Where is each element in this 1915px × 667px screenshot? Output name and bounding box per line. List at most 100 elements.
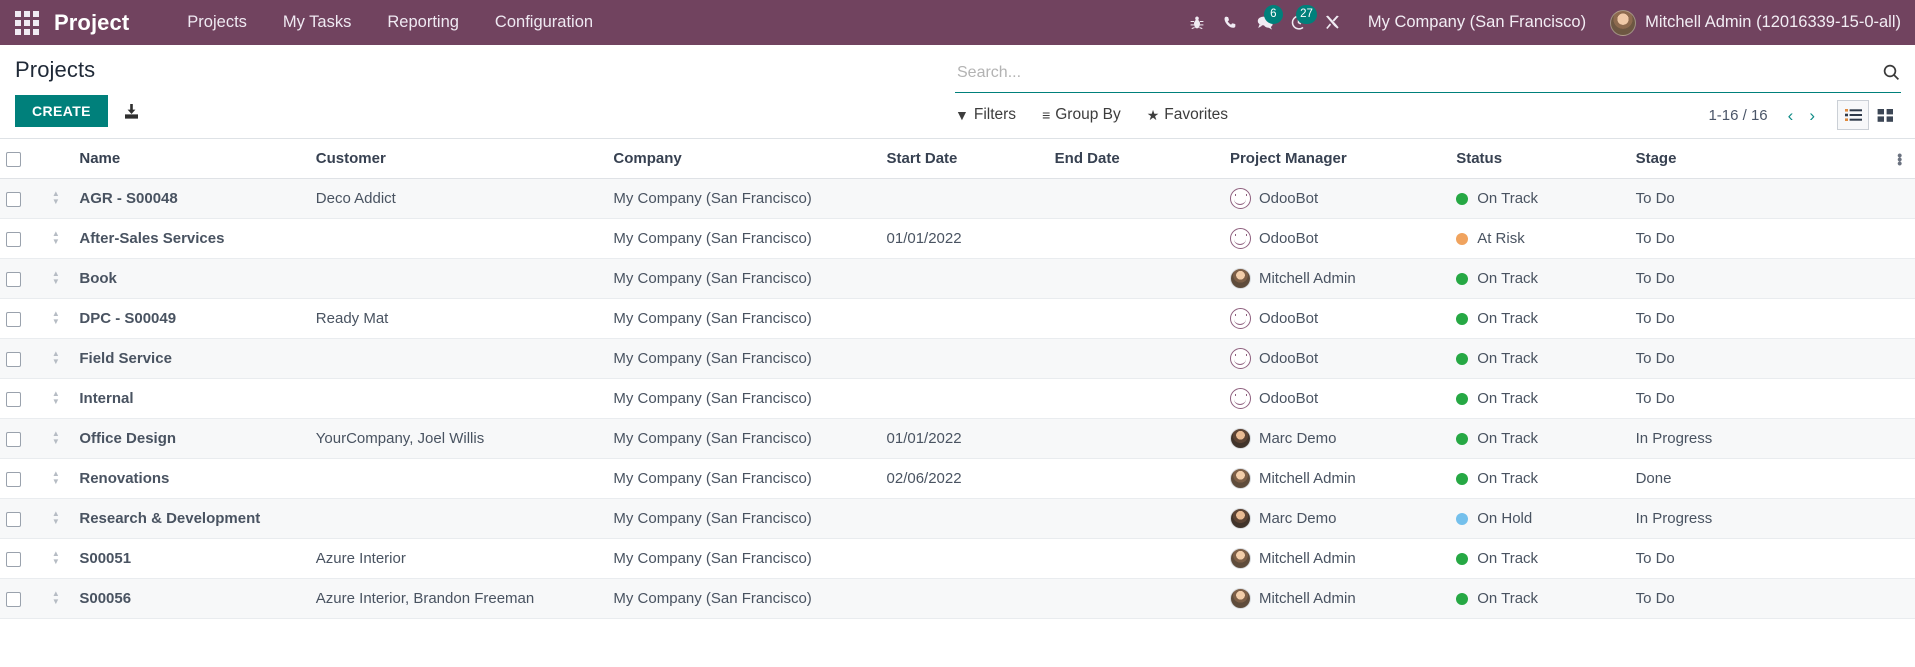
- cell-name[interactable]: Internal: [73, 378, 310, 419]
- cell-customer[interactable]: [309, 218, 608, 259]
- cell-start-date[interactable]: 01/01/2022: [880, 218, 1049, 259]
- drag-handle-icon[interactable]: ▲ ▼: [49, 349, 63, 366]
- drag-handle-icon[interactable]: ▲ ▼: [49, 469, 63, 486]
- pager-next-button[interactable]: ›: [1801, 105, 1823, 126]
- create-button[interactable]: CREATE: [15, 95, 108, 127]
- table-row[interactable]: ▲ ▼ S00051 Azure Interior My Company (San Fr…: [0, 538, 1915, 579]
- menu-item-configuration[interactable]: Configuration: [477, 0, 611, 45]
- cell-status[interactable]: On Hold: [1450, 498, 1630, 539]
- cell-status[interactable]: On Track: [1450, 538, 1630, 579]
- cell-start-date[interactable]: [880, 178, 1049, 219]
- cell-project-manager[interactable]: OdooBot: [1223, 298, 1451, 339]
- cell-name[interactable]: After-Sales Services: [73, 218, 310, 259]
- cell-status[interactable]: On Track: [1450, 578, 1630, 619]
- cell-status[interactable]: At Risk: [1450, 218, 1630, 259]
- row-checkbox[interactable]: [6, 391, 21, 407]
- cell-end-date[interactable]: [1048, 298, 1224, 339]
- cell-stage[interactable]: To Do: [1629, 258, 1885, 299]
- row-checkbox[interactable]: [6, 551, 21, 567]
- cell-name[interactable]: Research & Development: [73, 498, 310, 539]
- filters-button[interactable]: ▼ Filters: [955, 106, 1016, 124]
- cell-project-manager[interactable]: Mitchell Admin: [1223, 538, 1451, 579]
- table-row[interactable]: ▲ ▼ Research & Development My Company (San …: [0, 498, 1915, 539]
- cell-customer[interactable]: [309, 378, 608, 419]
- table-row[interactable]: ▲ ▼ Office Design YourCompany, Joel Willis M…: [0, 418, 1915, 459]
- search-bar[interactable]: [955, 53, 1901, 93]
- table-row[interactable]: ▲ ▼ Renovations My Company (San Francisco) 0…: [0, 458, 1915, 499]
- cell-company[interactable]: My Company (San Francisco): [607, 538, 881, 579]
- row-checkbox[interactable]: [6, 511, 21, 527]
- list-view-button[interactable]: [1837, 100, 1869, 130]
- cell-start-date[interactable]: 01/01/2022: [880, 418, 1049, 459]
- cell-project-manager[interactable]: Mitchell Admin: [1223, 458, 1451, 499]
- drag-handle-icon[interactable]: ▲ ▼: [49, 549, 63, 566]
- cell-company[interactable]: My Company (San Francisco): [607, 578, 881, 619]
- cell-project-manager[interactable]: OdooBot: [1223, 378, 1451, 419]
- cell-stage[interactable]: In Progress: [1629, 498, 1885, 539]
- table-row[interactable]: ▲ ▼ S00056 Azure Interior, Brandon Freeman M…: [0, 578, 1915, 619]
- apps-menu-button[interactable]: [0, 0, 54, 45]
- cell-start-date[interactable]: 02/06/2022: [880, 458, 1049, 499]
- company-switcher[interactable]: My Company (San Francisco): [1368, 13, 1586, 32]
- cell-status[interactable]: On Track: [1450, 378, 1630, 419]
- cell-project-manager[interactable]: OdooBot: [1223, 338, 1451, 379]
- cell-status[interactable]: On Track: [1450, 178, 1630, 219]
- cell-status[interactable]: On Track: [1450, 298, 1630, 339]
- cell-end-date[interactable]: [1048, 418, 1224, 459]
- activities-clock-icon[interactable]: 27: [1282, 0, 1317, 45]
- cell-customer[interactable]: Ready Mat: [309, 298, 608, 339]
- column-options-cell[interactable]: • • •: [1884, 139, 1915, 179]
- cell-customer[interactable]: [309, 458, 608, 499]
- row-checkbox[interactable]: [6, 471, 21, 487]
- cell-company[interactable]: My Company (San Francisco): [607, 218, 881, 259]
- cell-project-manager[interactable]: OdooBot: [1223, 218, 1451, 259]
- app-brand[interactable]: Project: [54, 10, 129, 36]
- column-header-status[interactable]: Status: [1450, 139, 1630, 179]
- row-checkbox[interactable]: [6, 431, 21, 447]
- drag-handle-icon[interactable]: ▲ ▼: [49, 189, 63, 206]
- cell-company[interactable]: My Company (San Francisco): [607, 418, 881, 459]
- cell-name[interactable]: DPC - S00049: [73, 298, 310, 339]
- column-header-company[interactable]: Company: [607, 139, 881, 179]
- table-row[interactable]: ▲ ▼ Field Service My Company (San Francisco…: [0, 338, 1915, 379]
- cell-start-date[interactable]: [880, 498, 1049, 539]
- cell-name[interactable]: Field Service: [73, 338, 310, 379]
- menu-item-my-tasks[interactable]: My Tasks: [265, 0, 369, 45]
- import-upload-icon[interactable]: [122, 102, 141, 121]
- cell-customer[interactable]: Deco Addict: [309, 178, 608, 219]
- column-header-project-manager[interactable]: Project Manager: [1223, 139, 1451, 179]
- tools-icon[interactable]: [1316, 0, 1350, 45]
- cell-company[interactable]: My Company (San Francisco): [607, 338, 881, 379]
- cell-company[interactable]: My Company (San Francisco): [607, 458, 881, 499]
- column-header-customer[interactable]: Customer: [309, 139, 608, 179]
- cell-stage[interactable]: To Do: [1629, 578, 1885, 619]
- cell-end-date[interactable]: [1048, 178, 1224, 219]
- cell-customer[interactable]: [309, 498, 608, 539]
- cell-start-date[interactable]: [880, 298, 1049, 339]
- cell-company[interactable]: My Company (San Francisco): [607, 498, 881, 539]
- messages-icon[interactable]: 6: [1248, 0, 1283, 45]
- cell-stage[interactable]: To Do: [1629, 538, 1885, 579]
- table-row[interactable]: ▲ ▼ AGR - S00048 Deco Addict My Company (San…: [0, 178, 1915, 219]
- drag-handle-icon[interactable]: ▲ ▼: [49, 309, 63, 326]
- cell-company[interactable]: My Company (San Francisco): [607, 378, 881, 419]
- drag-handle-icon[interactable]: ▲ ▼: [49, 429, 63, 446]
- cell-customer[interactable]: [309, 258, 608, 299]
- cell-company[interactable]: My Company (San Francisco): [607, 258, 881, 299]
- menu-item-projects[interactable]: Projects: [169, 0, 265, 45]
- cell-end-date[interactable]: [1048, 378, 1224, 419]
- drag-handle-icon[interactable]: ▲ ▼: [49, 389, 63, 406]
- cell-stage[interactable]: To Do: [1629, 178, 1885, 219]
- bug-icon[interactable]: [1180, 0, 1214, 45]
- cell-end-date[interactable]: [1048, 498, 1224, 539]
- search-icon[interactable]: [1876, 63, 1901, 82]
- phone-icon[interactable]: [1214, 0, 1248, 45]
- row-checkbox[interactable]: [6, 311, 21, 327]
- cell-status[interactable]: On Track: [1450, 338, 1630, 379]
- cell-end-date[interactable]: [1048, 458, 1224, 499]
- group-by-button[interactable]: ≡ Group By: [1042, 106, 1121, 124]
- search-input[interactable]: [955, 63, 1876, 82]
- column-options-icon[interactable]: • • •: [1890, 148, 1909, 170]
- row-checkbox[interactable]: [6, 231, 21, 247]
- drag-handle-icon[interactable]: ▲ ▼: [49, 229, 63, 246]
